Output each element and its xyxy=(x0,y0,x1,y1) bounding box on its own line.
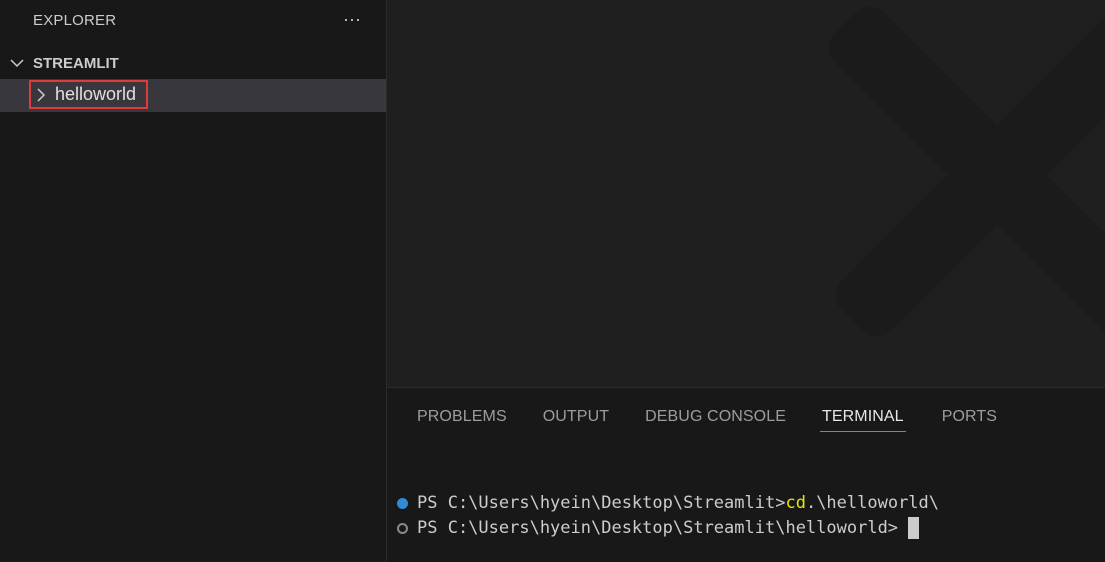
explorer-title: EXPLORER xyxy=(33,12,117,29)
tree-item-helloworld[interactable]: helloworld xyxy=(0,79,386,112)
highlight-box: helloworld xyxy=(29,80,148,109)
chevron-right-icon xyxy=(37,87,46,102)
terminal-prompt: PS C:\Users\hyein\Desktop\Streamlit> xyxy=(417,493,786,513)
terminal-line-1: PS C:\Users\hyein\Desktop\Streamlit> cd … xyxy=(397,493,939,513)
tab-output[interactable]: OUTPUT xyxy=(543,408,609,432)
folder-label: helloworld xyxy=(55,84,137,104)
vscode-logo-watermark-icon xyxy=(828,6,1105,337)
terminal-args: .\helloworld\ xyxy=(805,493,940,513)
command-success-dot-icon[interactable] xyxy=(397,497,408,509)
explorer-sidebar: EXPLORER ··· STREAMLIT helloworld xyxy=(0,0,387,561)
section-title: STREAMLIT xyxy=(33,54,119,72)
command-pending-dot-icon xyxy=(397,522,408,534)
editor-area xyxy=(387,0,1105,387)
tab-terminal[interactable]: TERMINAL xyxy=(819,408,906,432)
tab-debug-console[interactable]: DEBUG CONSOLE xyxy=(645,408,786,432)
section-header-streamlit[interactable]: STREAMLIT xyxy=(0,50,386,76)
terminal-command: cd xyxy=(785,493,806,513)
terminal-prompt: PS C:\Users\hyein\Desktop\Streamlit\hell… xyxy=(417,518,899,538)
tab-problems[interactable]: PROBLEMS xyxy=(417,408,507,432)
bottom-panel: PROBLEMS OUTPUT DEBUG CONSOLE TERMINAL P… xyxy=(387,387,1105,562)
tab-ports[interactable]: PORTS xyxy=(942,408,997,432)
more-actions-button[interactable]: ··· xyxy=(338,6,366,32)
terminal-line-2[interactable]: PS C:\Users\hyein\Desktop\Streamlit\hell… xyxy=(397,517,920,539)
terminal-cursor xyxy=(908,517,920,539)
panel-tabs: PROBLEMS OUTPUT DEBUG CONSOLE TERMINAL P… xyxy=(417,408,1033,432)
chevron-down-icon xyxy=(10,59,24,68)
